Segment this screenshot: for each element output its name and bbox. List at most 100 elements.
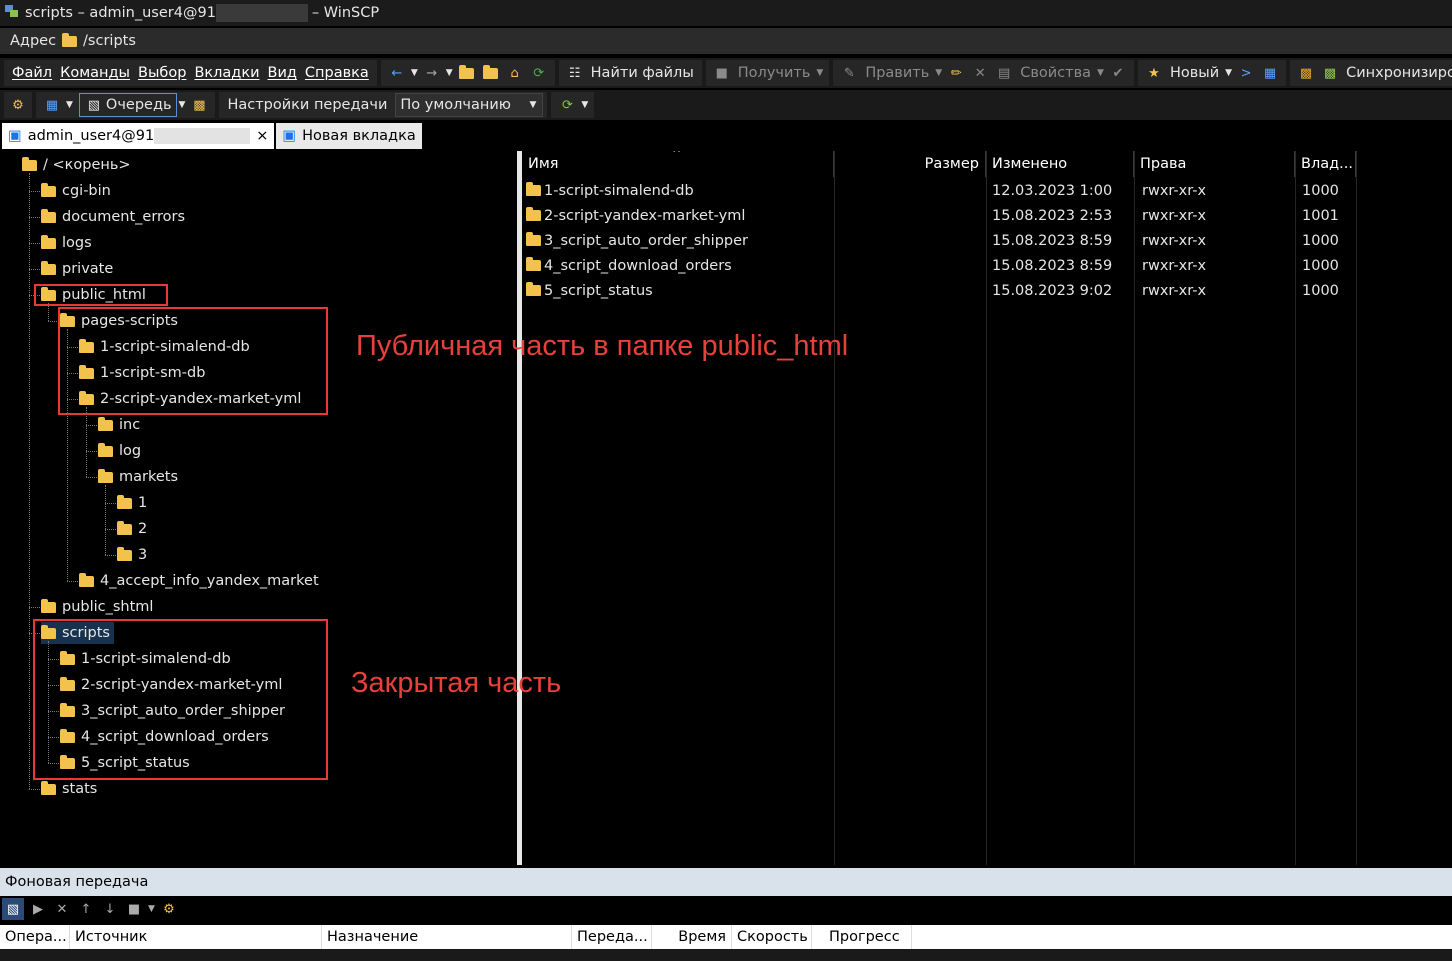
tree-item[interactable]: markets xyxy=(98,466,178,488)
properties-button[interactable]: Свойства xyxy=(1020,65,1091,81)
file-owner: 1000 xyxy=(1302,282,1339,299)
queue-column-progress[interactable]: Прогресс xyxy=(812,925,912,949)
title-bar: scripts – admin_user4@91 – WinSCP xyxy=(0,0,1452,26)
file-row[interactable]: 3_script_auto_order_shipper 15.08.2023 8:… xyxy=(522,228,1452,253)
queue-column-speed[interactable]: Скорость xyxy=(732,925,812,949)
queue-column-label: Назначение xyxy=(327,929,419,945)
back-icon[interactable]: ← xyxy=(387,63,407,83)
new-dropdown-icon[interactable]: ▼ xyxy=(1225,68,1232,78)
move-up-icon[interactable]: ↑ xyxy=(76,899,96,919)
queue-actions-icon[interactable]: ■ xyxy=(124,899,144,919)
tab-new[interactable]: ▣ Новая вкладка xyxy=(276,123,422,149)
menu-help[interactable]: Справка xyxy=(305,65,369,81)
file-modified-cell: 15.08.2023 2:53 xyxy=(992,203,1132,228)
queue-icon[interactable]: ▧ xyxy=(2,898,24,920)
layout-dropdown-icon[interactable]: ▼ xyxy=(66,100,73,110)
file-row[interactable]: 1-script-simalend-db 12.03.2023 1:00 rwxr-… xyxy=(522,178,1452,203)
queue-button[interactable]: ▧ Очередь xyxy=(78,93,177,117)
synchronize-button[interactable]: Синхронизировать xyxy=(1346,65,1452,81)
tree-item[interactable]: cgi-bin xyxy=(41,180,111,202)
preferences-group: ⚙ xyxy=(4,92,32,118)
home-icon[interactable]: ⌂ xyxy=(505,63,525,83)
download-button[interactable]: Получить xyxy=(738,65,811,81)
monitor-icon: ▣ xyxy=(8,128,22,144)
move-down-icon[interactable]: ↓ xyxy=(100,899,120,919)
play-icon[interactable]: ▶ xyxy=(28,899,48,919)
parent-folder-icon[interactable] xyxy=(457,63,477,83)
tree-item[interactable]: 3 xyxy=(117,544,147,566)
file-rights-cell: rwxr-xr-x xyxy=(1142,203,1292,228)
tree-item[interactable]: 2 xyxy=(117,518,147,540)
cancel-icon[interactable]: ✕ xyxy=(52,899,72,919)
address-path[interactable]: /scripts xyxy=(83,33,136,49)
refresh-icon[interactable]: ⟳ xyxy=(529,63,549,83)
gear-icon[interactable]: ⚙ xyxy=(159,899,179,919)
column-name[interactable]: Имя ^ xyxy=(522,151,834,177)
session-dropdown-icon[interactable]: ▼ xyxy=(581,100,588,110)
download-dropdown-icon[interactable]: ▼ xyxy=(816,68,823,78)
find-files-icon[interactable]: ☷ xyxy=(565,63,585,83)
edit-dropdown-icon[interactable]: ▼ xyxy=(935,68,942,78)
column-size[interactable]: Размер xyxy=(834,151,986,177)
file-size-cell xyxy=(834,203,980,228)
queue-dropdown-icon[interactable]: ▼ xyxy=(179,100,186,110)
menu-commands[interactable]: Команды xyxy=(60,65,130,81)
menu-mark[interactable]: Выбор xyxy=(138,65,186,81)
tree-item[interactable]: 1 xyxy=(117,492,147,514)
tree-connector xyxy=(29,269,40,270)
tree-item[interactable]: logs xyxy=(41,232,92,254)
tab-session[interactable]: ▣ admin_user4@91 × xyxy=(2,123,275,149)
column-modified[interactable]: Изменено xyxy=(986,151,1134,177)
tree-item[interactable]: document_errors xyxy=(41,206,185,228)
find-files-button[interactable]: Найти файлы xyxy=(591,65,694,81)
file-owner: 1001 xyxy=(1302,207,1339,224)
tree-item[interactable]: / <корень> xyxy=(22,154,131,176)
rename-icon[interactable]: ✏ xyxy=(946,63,966,83)
terminal-icon[interactable]: > xyxy=(1236,63,1256,83)
queue-column-operation[interactable]: Опера... xyxy=(0,925,70,949)
file-row[interactable]: 5_script_status 15.08.2023 9:02 rwxr-xr-x 1… xyxy=(522,278,1452,303)
queue-column-label: Прогресс xyxy=(829,929,900,945)
tree-item[interactable]: 4_accept_info_yandex_market xyxy=(79,570,319,592)
file-owner: 1000 xyxy=(1302,257,1339,274)
edit-button[interactable]: Править xyxy=(865,65,929,81)
tree-item[interactable]: inc xyxy=(98,414,140,436)
tree-item[interactable]: public_shtml xyxy=(41,596,153,618)
menu-view[interactable]: Вид xyxy=(268,65,297,81)
queue-column-transferred[interactable]: Переда... xyxy=(572,925,652,949)
root-folder-icon[interactable] xyxy=(481,63,501,83)
file-rights: rwxr-xr-x xyxy=(1142,257,1207,274)
address-bar: Адрес /scripts xyxy=(0,28,1452,54)
menu-file[interactable]: Файл xyxy=(12,65,52,81)
forward-dropdown-icon[interactable]: ▼ xyxy=(446,68,453,78)
tree-item[interactable]: private xyxy=(41,258,113,280)
file-owner-cell: 1000 xyxy=(1302,278,1356,303)
transfer-preset-select[interactable]: По умолчанию ▼ xyxy=(395,93,544,117)
tree-item[interactable]: log xyxy=(98,440,141,462)
tree-item[interactable]: stats xyxy=(41,778,97,800)
file-row[interactable]: 4_script_download_orders 15.08.2023 8:59 r… xyxy=(522,253,1452,278)
checkmark-icon[interactable]: ✔ xyxy=(1108,63,1128,83)
column-owner[interactable]: Влад... xyxy=(1295,151,1356,177)
gear-icon[interactable]: ⚙ xyxy=(8,95,28,115)
delete-icon[interactable]: ✕ xyxy=(970,63,990,83)
compare-icon[interactable]: ▩ xyxy=(1296,63,1316,83)
queue-column-destination[interactable]: Назначение xyxy=(322,925,572,949)
new-button[interactable]: Новый xyxy=(1170,65,1219,81)
properties-dropdown-icon[interactable]: ▼ xyxy=(1097,68,1104,78)
back-dropdown-icon[interactable]: ▼ xyxy=(411,68,418,78)
tab-close-icon[interactable]: × xyxy=(256,128,268,144)
queue-settings-icon[interactable]: ▩ xyxy=(189,95,209,115)
putty-icon[interactable]: ▦ xyxy=(1260,63,1280,83)
queue-group: ▦ ▼ ▧ Очередь ▼ ▩ xyxy=(36,92,216,118)
queue-column-source[interactable]: Источник xyxy=(70,925,322,949)
layout-icon[interactable]: ▦ xyxy=(42,95,62,115)
queue-column-time[interactable]: Время xyxy=(652,925,732,949)
file-rights: rwxr-xr-x xyxy=(1142,232,1207,249)
menu-tabs[interactable]: Вкладки xyxy=(194,65,259,81)
file-row[interactable]: 2-script-yandex-market-yml 15.08.2023 2:5… xyxy=(522,203,1452,228)
forward-icon[interactable]: → xyxy=(422,63,442,83)
session-sync-icon[interactable]: ⟳ xyxy=(557,95,577,115)
column-rights[interactable]: Права xyxy=(1134,151,1295,177)
queue-actions-dropdown-icon[interactable]: ▼ xyxy=(148,904,155,914)
